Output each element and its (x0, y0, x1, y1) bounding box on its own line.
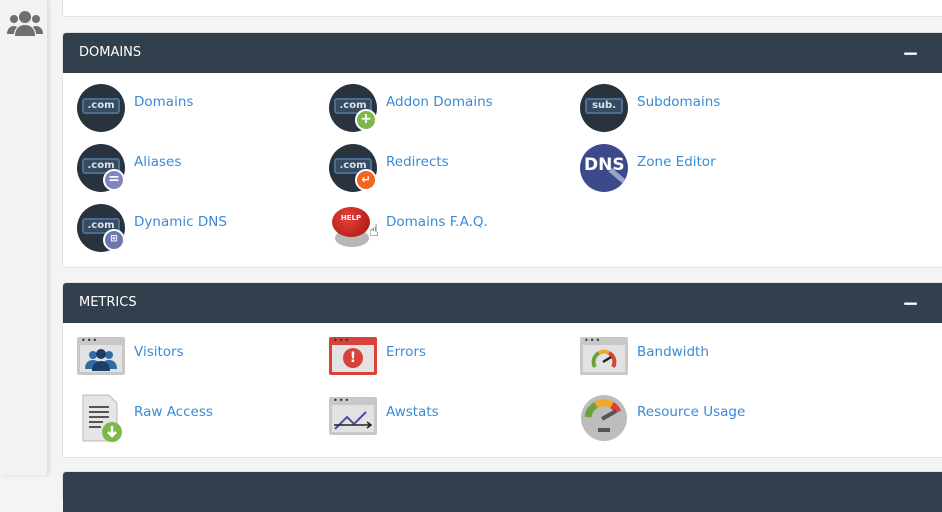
previous-panel (62, 0, 942, 17)
subdomains-icon: sub. (580, 83, 630, 133)
bandwidth-link[interactable]: ••• Bandwidth (580, 333, 709, 383)
errors-link[interactable]: •••! Errors (329, 333, 426, 383)
dynamic-dns-link[interactable]: .com ⊞ Dynamic DNS (77, 203, 227, 253)
resource-usage-link[interactable]: Resource Usage (580, 393, 745, 443)
domains-panel: DOMAINS − .com Domains .com + Addon Domains … (62, 32, 942, 268)
bandwidth-icon: ••• (580, 333, 630, 383)
collapse-metrics-button[interactable]: − (902, 283, 919, 323)
metrics-title: METRICS (79, 295, 137, 310)
users-icon[interactable] (7, 10, 43, 36)
addon-domains-icon: .com + (329, 83, 379, 133)
visitors-icon: ••• (77, 333, 127, 383)
aliases-icon: .com = (77, 143, 127, 193)
metrics-header: METRICS − (63, 283, 942, 323)
raw-access-icon (77, 393, 127, 443)
visitors-link[interactable]: ••• Visitors (77, 333, 184, 383)
domains-faq-link[interactable]: HELP ☝ Domains F.A.Q. (329, 203, 488, 253)
addon-domains-link[interactable]: .com + Addon Domains (329, 83, 493, 133)
metrics-panel: METRICS − ••• Visitors •••! Errors ••• Bandw… (62, 282, 942, 458)
aliases-link[interactable]: .com = Aliases (77, 143, 181, 193)
errors-icon: •••! (329, 333, 379, 383)
next-panel (62, 471, 942, 512)
domains-icon: .com (77, 83, 127, 133)
subdomains-link[interactable]: sub. Subdomains (580, 83, 720, 133)
sidebar (0, 0, 47, 475)
domains-title: DOMAINS (79, 45, 142, 60)
redirects-icon: .com ↵ (329, 143, 379, 193)
collapse-domains-button[interactable]: − (902, 33, 919, 73)
zone-editor-link[interactable]: DNS Zone Editor (580, 143, 716, 193)
help-button-icon: HELP ☝ (329, 203, 379, 253)
raw-access-link[interactable]: Raw Access (77, 393, 213, 443)
domains-header: DOMAINS − (63, 33, 942, 73)
dynamic-dns-icon: .com ⊞ (77, 203, 127, 253)
awstats-link[interactable]: ••• Awstats (329, 393, 439, 443)
zone-editor-icon: DNS (580, 143, 630, 193)
domains-link[interactable]: .com Domains (77, 83, 193, 133)
awstats-icon: ••• (329, 393, 379, 443)
redirects-link[interactable]: .com ↵ Redirects (329, 143, 449, 193)
resource-usage-icon (580, 393, 630, 443)
